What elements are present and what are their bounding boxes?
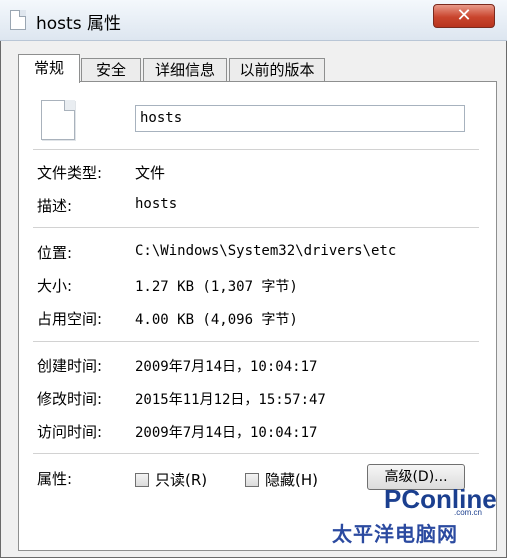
document-icon bbox=[10, 10, 26, 30]
file-name-input[interactable]: hosts bbox=[135, 105, 465, 132]
attributes-label: 属性: bbox=[37, 470, 73, 488]
location-value: C:\Windows\System32\drivers\etc bbox=[135, 243, 397, 259]
separator bbox=[33, 453, 479, 454]
watermark-domain: .com.cn bbox=[454, 508, 483, 517]
file-type-label: 文件类型: bbox=[37, 164, 103, 182]
tab-security[interactable]: 安全 bbox=[81, 58, 141, 82]
file-type-value: 文件 bbox=[135, 164, 166, 182]
disk-size-label: 占用空间: bbox=[37, 310, 103, 328]
readonly-checkbox[interactable] bbox=[135, 473, 149, 487]
modified-value: 2015年11月12日，15:57:47 bbox=[135, 392, 326, 408]
description-label: 描述: bbox=[37, 197, 73, 215]
tab-previous-versions[interactable]: 以前的版本 bbox=[229, 58, 325, 82]
size-label: 大小: bbox=[37, 277, 73, 295]
location-label: 位置: bbox=[37, 244, 73, 262]
hidden-label[interactable]: 隐藏(H) bbox=[265, 469, 318, 490]
size-value: 1.27 KB (1,307 字节) bbox=[135, 279, 298, 295]
disk-size-value: 4.00 KB (4,096 字节) bbox=[135, 312, 298, 328]
hidden-checkbox[interactable] bbox=[245, 473, 259, 487]
modified-label: 修改时间: bbox=[37, 390, 103, 408]
description-value: hosts bbox=[135, 196, 178, 212]
close-button[interactable]: ✕ bbox=[433, 4, 495, 28]
file-icon bbox=[41, 100, 75, 140]
watermark: PConline .com.cn 太平洋电脑网 bbox=[332, 484, 502, 554]
tab-general[interactable]: 常规 bbox=[18, 54, 80, 83]
readonly-label[interactable]: 只读(R) bbox=[155, 469, 207, 490]
created-value: 2009年7月14日，10:04:17 bbox=[135, 359, 318, 375]
accessed-value: 2009年7月14日，10:04:17 bbox=[135, 425, 318, 441]
window-title: hosts 属性 bbox=[36, 14, 121, 34]
title-bar: hosts 属性 ✕ bbox=[0, 0, 507, 41]
watermark-chinese: 太平洋电脑网 bbox=[332, 522, 458, 546]
general-panel: hosts 文件类型: 文件 描述: hosts 位置: C:\Windows\… bbox=[18, 81, 497, 551]
created-label: 创建时间: bbox=[37, 357, 103, 375]
separator bbox=[33, 149, 479, 150]
tab-details[interactable]: 详细信息 bbox=[143, 58, 227, 82]
accessed-label: 访问时间: bbox=[37, 423, 103, 441]
separator bbox=[33, 227, 479, 228]
separator bbox=[33, 341, 479, 342]
